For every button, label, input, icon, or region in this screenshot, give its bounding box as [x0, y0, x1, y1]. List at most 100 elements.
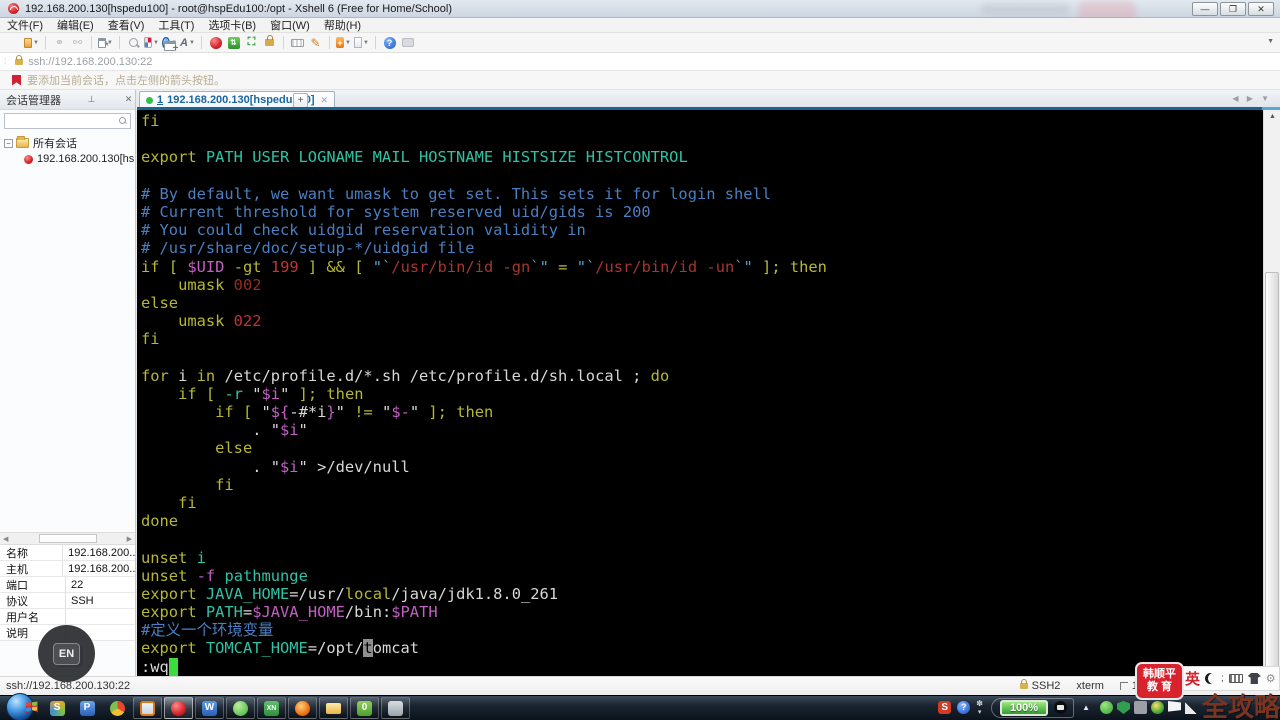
tray-overflow-icon[interactable]: ✽ ▾: [976, 699, 983, 716]
terminal-line: :wq: [141, 657, 1263, 676]
menu-item-0[interactable]: 文件(F): [0, 17, 50, 33]
menu-item-3[interactable]: 工具(T): [151, 17, 201, 33]
ime-language-indicator[interactable]: 英: [1185, 668, 1200, 689]
menu-item-4[interactable]: 选项卡(B): [201, 17, 263, 33]
menu-item-1[interactable]: 编辑(E): [50, 17, 101, 33]
scrollbar-thumb[interactable]: [1265, 272, 1279, 674]
terminal-line: fi: [141, 330, 160, 349]
session-properties-icon[interactable]: ▼: [98, 35, 113, 53]
scroll-right-icon[interactable]: ▶: [127, 535, 132, 543]
layout-icon[interactable]: ▼: [354, 35, 369, 50]
battery-indicator[interactable]: 100%: [999, 699, 1049, 716]
tray-flag-icon[interactable]: [1168, 701, 1181, 714]
menu-item-6[interactable]: 帮助(H): [317, 17, 368, 33]
taskbar-p-app-icon[interactable]: P: [77, 698, 97, 718]
tray-expand-icon[interactable]: ▲: [1082, 703, 1090, 712]
new-file-icon[interactable]: + ▼: [336, 35, 351, 50]
taskbar-tool-icon[interactable]: [381, 697, 410, 719]
tab-scroll-controls[interactable]: ◀ ▶ ▼: [1232, 94, 1272, 103]
terminal-line: if [ $UID -gt 199 ] && [ "`/usr/bin/id -…: [141, 257, 827, 276]
taskbar-xshell-icon[interactable]: [164, 697, 193, 719]
terminal-line: export PATH=$JAVA_HOME/bin:$PATH: [141, 603, 438, 622]
ime-fullhalf-moon-icon[interactable]: [1205, 673, 1216, 684]
property-row[interactable]: 主机 192.168.200...: [0, 561, 135, 577]
find-icon[interactable]: [126, 35, 141, 50]
taskbar-w-app-icon[interactable]: W: [195, 697, 224, 719]
ime-settings-icon[interactable]: ⚙: [1266, 672, 1276, 685]
taskbar-xn-app-icon[interactable]: XN: [257, 697, 286, 719]
keyboard-icon[interactable]: [290, 35, 305, 50]
tray-network-icon[interactable]: [1185, 701, 1198, 714]
xshell-icon[interactable]: [208, 35, 223, 50]
ime-en-key: EN: [53, 642, 80, 665]
taskbar-green-app-icon[interactable]: [226, 697, 255, 719]
terminal-scrollbar[interactable]: ▲: [1263, 110, 1280, 676]
open-folder-icon[interactable]: ▼: [24, 35, 39, 50]
taskbar-o-app-icon[interactable]: 0: [350, 697, 379, 719]
tab-index: 1: [157, 94, 164, 106]
taskbar-explorer-icon[interactable]: [319, 697, 348, 719]
tray-help-icon[interactable]: ?: [957, 701, 971, 714]
scroll-up-icon[interactable]: ▲: [1264, 110, 1280, 124]
highlight-pen-icon[interactable]: ✎: [308, 35, 323, 50]
feedback-icon[interactable]: [400, 35, 415, 50]
taskbar-chrome-icon[interactable]: [107, 698, 127, 718]
toolbar-overflow-icon[interactable]: ▼: [1267, 38, 1274, 45]
address-url[interactable]: ssh://192.168.200.130:22: [28, 56, 152, 68]
tray-green-app-icon[interactable]: [1100, 701, 1113, 714]
tab-close-icon[interactable]: ✕: [321, 95, 329, 106]
terminal[interactable]: fi export PATH USER LOGNAME MAIL HOSTNAME…: [137, 110, 1263, 676]
property-row[interactable]: 用户名: [0, 609, 135, 625]
property-row[interactable]: 协议 SSH: [0, 593, 135, 609]
pin-icon[interactable]: ⊥: [85, 94, 98, 105]
session-search-input[interactable]: [4, 113, 131, 129]
watermark-text: 全攻略: [1202, 692, 1280, 720]
tray-gray-app-icon[interactable]: [1134, 701, 1147, 714]
terminal-line: export TOMCAT_HOME=/opt/tomcat: [141, 639, 420, 658]
ime-punctuation-indicator[interactable]: ;: [1221, 673, 1224, 684]
minimize-button[interactable]: —: [1192, 2, 1218, 16]
ime-keyboard-icon[interactable]: [1228, 674, 1243, 683]
scroll-left-icon[interactable]: ◀: [3, 535, 8, 543]
sidebar-horizontal-scrollbar[interactable]: ◀ ▶: [0, 532, 135, 545]
property-row[interactable]: 名称 192.168.200...: [0, 545, 135, 561]
compose-icon[interactable]: ▼: [144, 35, 159, 50]
start-button[interactable]: [6, 692, 34, 720]
terminal-line: else: [215, 439, 253, 458]
terminal-line: fi: [215, 475, 234, 494]
new-session-icon[interactable]: [6, 35, 179, 55]
taskbar-vm-icon[interactable]: [133, 697, 162, 719]
terminal-line: if [ -r "$i" ]; then: [178, 384, 364, 403]
reconnect-icon[interactable]: ⚯: [70, 35, 85, 50]
close-button[interactable]: ✕: [1248, 2, 1274, 16]
restore-button[interactable]: ❐: [1220, 2, 1246, 16]
new-tab-button[interactable]: +: [293, 93, 308, 108]
menu-item-5[interactable]: 窗口(W): [263, 17, 317, 33]
font-icon[interactable]: A ▼: [180, 35, 195, 50]
taskbar-360-icon[interactable]: S: [47, 698, 67, 718]
tray-shield-icon[interactable]: [1117, 701, 1130, 714]
session-manager-title: 会话管理器: [6, 94, 61, 107]
taskbar-firefox-icon[interactable]: [288, 697, 317, 719]
window-title: 192.168.200.130[hspedu100] - root@hspEdu…: [25, 2, 452, 15]
tree-item-session[interactable]: 192.168.200.130[hspe: [0, 151, 135, 167]
tray-sogou-icon[interactable]: S: [938, 701, 952, 714]
property-row[interactable]: 端口 22: [0, 577, 135, 593]
lock-icon[interactable]: [262, 35, 277, 50]
address-bar[interactable]: ⁞ ssh://192.168.200.130:22 ▼: [0, 53, 1280, 118]
tray-safety-icon[interactable]: [1151, 701, 1164, 714]
panel-close-icon[interactable]: ✕: [122, 94, 135, 105]
title-bar: 192.168.200.130[hspedu100] - root@hspEdu…: [0, 0, 1280, 25]
xftp-icon[interactable]: ⇅: [226, 35, 241, 50]
collapse-icon[interactable]: −: [4, 138, 13, 148]
scrollbar-thumb[interactable]: [38, 534, 97, 543]
help-icon[interactable]: ?: [382, 35, 397, 50]
fullscreen-icon[interactable]: ⛶: [244, 35, 259, 50]
tree-item-label: 192.168.200.130[hspe: [37, 153, 135, 165]
tree-item-all-sessions[interactable]: − 所有会话: [0, 135, 135, 151]
disconnect-icon[interactable]: ⚭: [52, 35, 67, 50]
ime-skin-icon[interactable]: [1247, 673, 1261, 684]
menu-item-2[interactable]: 查看(V): [101, 17, 152, 33]
ime-floating-indicator[interactable]: EN: [38, 625, 95, 682]
